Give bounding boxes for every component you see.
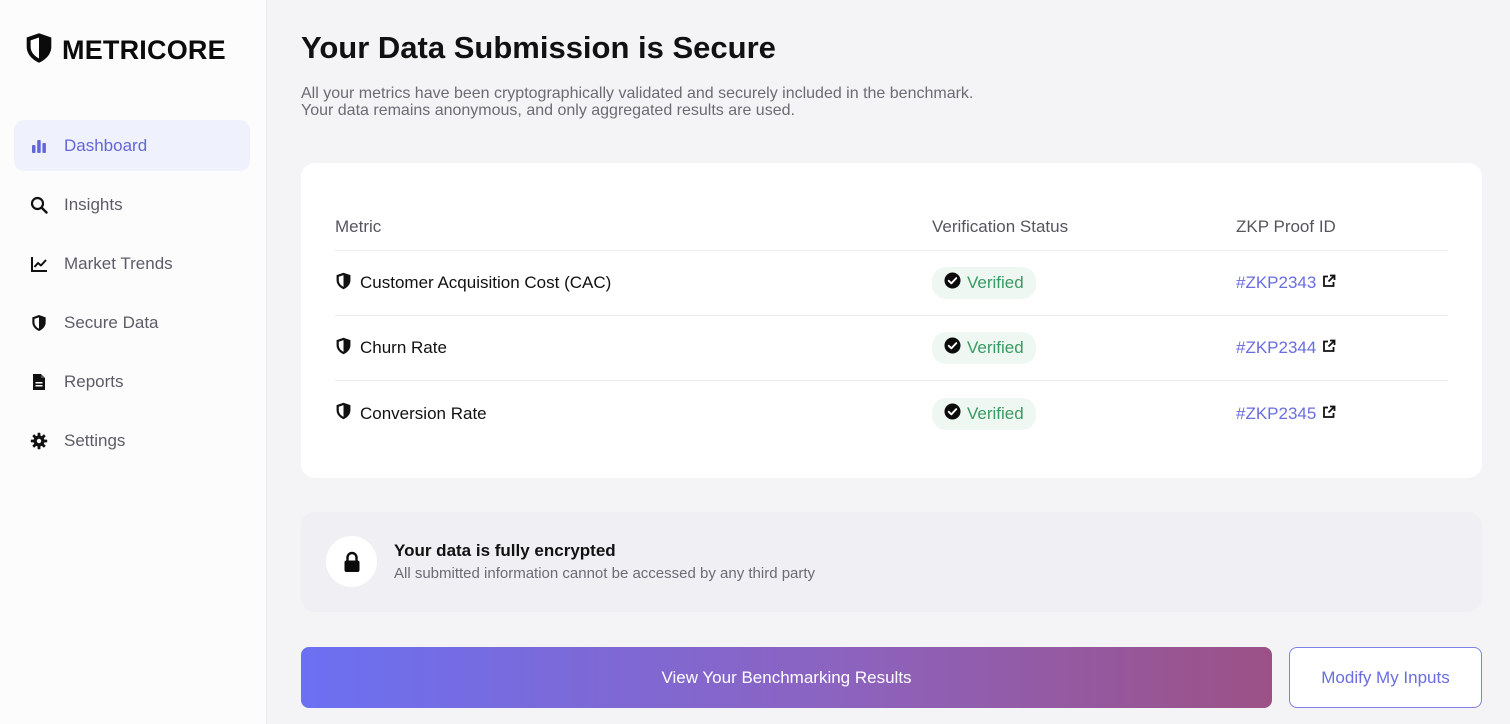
status-badge: Verified [932,267,1036,299]
sidebar-item-label: Dashboard [64,135,148,155]
document-icon [30,373,48,391]
bar-chart-icon [30,137,48,155]
status-badge: Verified [932,332,1036,364]
status-cell: Verified [932,397,1236,430]
page-title: Your Data Submission is Secure [301,30,776,65]
external-link-icon[interactable] [1322,404,1336,424]
status-badge: Verified [932,397,1036,430]
sidebar-item-dashboard[interactable]: Dashboard [14,120,250,171]
modify-inputs-button[interactable]: Modify My Inputs [1289,647,1482,708]
gear-icon [30,432,48,450]
shield-icon [335,337,352,360]
proof-cell: #ZKP2343 [1236,273,1448,293]
sidebar-item-label: Insights [64,194,123,214]
logo[interactable]: METRICORE [24,32,226,69]
table-row: Conversion Rate Verified #ZKP2345 [335,381,1448,446]
line-chart-icon [30,255,48,273]
encryption-notice: Your data is fully encrypted All submitt… [301,512,1482,612]
status-cell: Verified [932,332,1236,364]
check-circle-icon [944,402,961,425]
encryption-title: Your data is fully encrypted [394,541,616,560]
main-content: Your Data Submission is Secure All your … [301,0,1482,724]
sidebar-item-label: Reports [64,371,124,391]
sidebar-item-reports[interactable]: Reports [14,356,250,407]
status-label: Verified [967,403,1024,423]
shield-icon [24,32,54,69]
metric-cell: Customer Acquisition Cost (CAC) [335,272,932,295]
shield-icon [30,314,48,332]
check-circle-icon [944,272,961,294]
verification-card: Metric Verification Status ZKP Proof ID … [301,163,1482,478]
view-results-button[interactable]: View Your Benchmarking Results [301,647,1272,708]
metric-name: Churn Rate [360,338,447,357]
encryption-subtitle: All submitted information cannot be acce… [394,565,816,582]
proof-cell: #ZKP2345 [1236,404,1448,424]
sidebar-item-label: Secure Data [64,312,159,332]
sidebar-item-secure-data[interactable]: Secure Data [14,297,250,348]
check-circle-icon [944,337,961,359]
verification-table: Metric Verification Status ZKP Proof ID … [335,203,1448,446]
status-label: Verified [967,273,1024,292]
table-row: Churn Rate Verified #ZKP2344 [335,316,1448,381]
table-header: Metric Verification Status ZKP Proof ID [335,203,1448,251]
sidebar-item-insights[interactable]: Insights [14,179,250,230]
sidebar-item-market-trends[interactable]: Market Trends [14,238,250,289]
shield-icon [335,402,352,425]
status-label: Verified [967,338,1024,357]
sidebar-item-settings[interactable]: Settings [14,415,250,466]
header-metric: Metric [335,216,382,236]
app-name: METRICORE [62,35,226,65]
subtitle-line-2: Your data remains anonymous, and only ag… [301,102,795,119]
header-verification-status: Verification Status [932,216,1069,236]
status-cell: Verified [932,267,1236,299]
metric-cell: Churn Rate [335,337,932,360]
sidebar-item-label: Settings [64,430,126,450]
proof-id-link[interactable]: #ZKP2345 [1236,404,1316,424]
sidebar-item-label: Market Trends [64,253,173,273]
search-icon [30,196,48,214]
lock-icon [326,536,377,587]
external-link-icon[interactable] [1322,338,1336,358]
subtitle-line-1: All your metrics have been cryptographic… [301,85,974,102]
metric-name: Customer Acquisition Cost (CAC) [360,273,612,292]
shield-icon [335,272,352,295]
sidebar-nav: Dashboard Insights Market Trends Secure … [14,120,250,474]
metric-name: Conversion Rate [360,403,487,423]
external-link-icon[interactable] [1322,273,1336,293]
proof-id-link[interactable]: #ZKP2343 [1236,273,1316,293]
sidebar: METRICORE Dashboard Insights Market Tren… [0,0,267,724]
proof-id-link[interactable]: #ZKP2344 [1236,338,1316,358]
page-subtitle: All your metrics have been cryptographic… [301,85,1201,119]
metric-cell: Conversion Rate [335,402,932,425]
proof-cell: #ZKP2344 [1236,338,1448,358]
header-zkp-proof-id: ZKP Proof ID [1236,216,1336,236]
table-row: Customer Acquisition Cost (CAC) Verified… [335,251,1448,316]
